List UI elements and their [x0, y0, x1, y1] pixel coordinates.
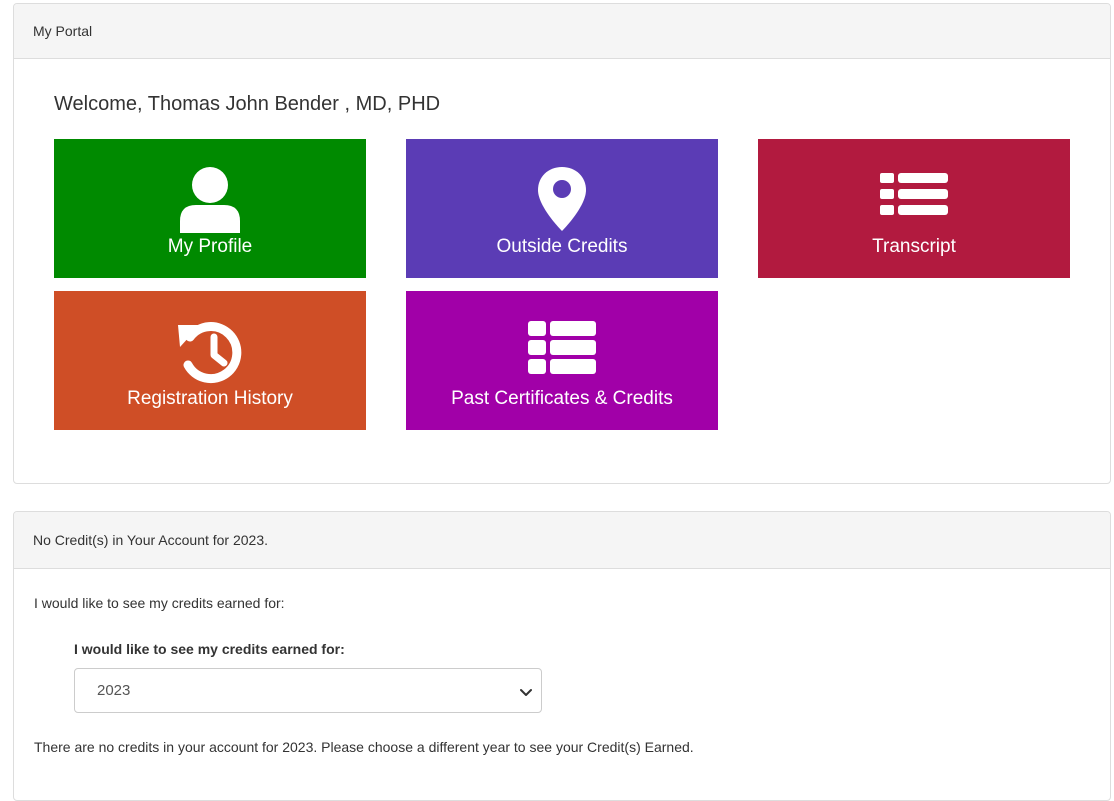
my-profile-label: My Profile: [167, 236, 253, 257]
year-select-label: I would like to see my credits earned fo…: [74, 641, 345, 657]
credits-intro-text: I would like to see my credits earned fo…: [34, 595, 285, 611]
chevron-down-icon: [520, 685, 532, 703]
outside-credits-label: Outside Credits: [496, 236, 628, 257]
credits-panel: No Credit(s) in Your Account for 2023. I…: [13, 511, 1111, 801]
welcome-message: Welcome, Thomas John Bender , MD, PHD: [54, 93, 441, 115]
my-profile-tile[interactable]: My Profile: [54, 139, 366, 278]
history-icon: [54, 317, 366, 385]
past-certificates-tile[interactable]: Past Certificates & Credits: [406, 291, 718, 430]
transcript-tile[interactable]: Transcript: [758, 139, 1070, 278]
registration-history-label: Registration History: [127, 388, 293, 409]
table-list-icon: [406, 317, 718, 385]
list-icon: [758, 165, 1070, 233]
portal-title: My Portal: [33, 23, 93, 39]
selected-year: 2023: [97, 682, 131, 699]
year-select[interactable]: 2023: [74, 668, 542, 713]
registration-history-tile[interactable]: Registration History: [54, 291, 366, 430]
no-credits-message: There are no credits in your account for…: [34, 739, 694, 755]
credits-panel-heading: No Credit(s) in Your Account for 2023.: [14, 512, 1110, 569]
transcript-label: Transcript: [872, 236, 956, 257]
my-portal-panel: My Portal Welcome, Thomas John Bender , …: [13, 3, 1111, 484]
past-certificates-label: Past Certificates & Credits: [451, 388, 673, 409]
map-marker-icon: [406, 165, 718, 233]
outside-credits-tile[interactable]: Outside Credits: [406, 139, 718, 278]
credits-heading: No Credit(s) in Your Account for 2023.: [33, 532, 269, 548]
user-icon: [54, 165, 366, 233]
portal-panel-heading: My Portal: [14, 4, 1110, 59]
